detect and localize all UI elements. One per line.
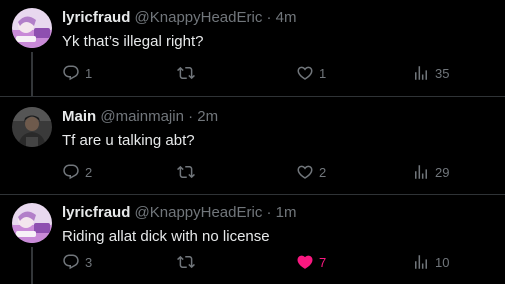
retweet-button[interactable] <box>177 252 200 272</box>
view-count: 10 <box>435 254 450 270</box>
timestamp[interactable]: 4m <box>276 9 297 26</box>
tweet[interactable]: Main @mainmajin · 2m Tf are u talking ab… <box>0 96 505 194</box>
avatar[interactable] <box>12 203 52 243</box>
like-count: 1 <box>319 65 327 81</box>
tweet[interactable]: lyricfraud @KnappyHeadEric · 4m Yk that’… <box>0 0 505 96</box>
avatar-image <box>12 107 52 147</box>
tweet-header: lyricfraud @KnappyHeadEric · 4m <box>62 8 297 28</box>
views-icon <box>415 255 427 269</box>
views-icon <box>415 66 427 80</box>
display-name[interactable]: Main <box>62 108 96 125</box>
views-button[interactable]: 29 <box>412 162 449 182</box>
tweet[interactable]: lyricfraud @KnappyHeadEric · 1m Riding a… <box>0 194 505 284</box>
reply-icon <box>63 164 79 180</box>
user-handle[interactable]: @mainmajin <box>100 108 184 125</box>
tweet-text: Yk that’s illegal right? <box>62 33 204 50</box>
retweet-icon <box>177 255 195 269</box>
timestamp[interactable]: 2m <box>197 108 218 125</box>
view-count: 29 <box>435 164 450 180</box>
like-button[interactable]: 1 <box>296 63 326 83</box>
heart-icon <box>297 165 313 179</box>
separator-dot: · <box>266 9 272 26</box>
thread-connector-line <box>31 52 33 96</box>
reply-count: 1 <box>85 65 93 81</box>
retweet-icon <box>177 66 195 80</box>
reply-count: 3 <box>85 254 93 270</box>
reply-button[interactable]: 3 <box>62 252 92 272</box>
tweet-header: Main @mainmajin · 2m <box>62 107 218 127</box>
like-button[interactable]: 2 <box>296 162 326 182</box>
views-button[interactable]: 35 <box>412 63 449 83</box>
reply-button[interactable]: 2 <box>62 162 92 182</box>
views-button[interactable]: 10 <box>412 252 449 272</box>
retweet-icon <box>177 165 195 179</box>
tweet-header: lyricfraud @KnappyHeadEric · 1m <box>62 203 297 223</box>
thread-connector-line <box>31 247 33 284</box>
timestamp[interactable]: 1m <box>276 204 297 221</box>
separator-dot: · <box>266 204 272 221</box>
separator-dot: · <box>188 108 194 125</box>
avatar-image <box>12 203 52 243</box>
user-handle[interactable]: @KnappyHeadEric <box>135 9 263 26</box>
view-count: 35 <box>435 65 450 81</box>
tweet-actions: 3 7 10 <box>62 252 493 272</box>
display-name[interactable]: lyricfraud <box>62 9 130 26</box>
heart-icon <box>297 66 313 80</box>
user-handle[interactable]: @KnappyHeadEric <box>135 204 263 221</box>
views-icon <box>415 165 427 179</box>
reply-icon <box>63 254 79 270</box>
avatar[interactable] <box>12 107 52 147</box>
retweet-button[interactable] <box>177 63 200 83</box>
like-count: 7 <box>319 254 327 270</box>
reply-button[interactable]: 1 <box>62 63 92 83</box>
tweet-actions: 2 2 29 <box>62 162 493 182</box>
avatar-image <box>12 8 52 48</box>
reply-count: 2 <box>85 164 93 180</box>
like-count: 2 <box>319 164 327 180</box>
tweet-text: Riding allat dick with no license <box>62 228 270 245</box>
heart-filled-icon <box>297 255 313 269</box>
like-button[interactable]: 7 <box>296 252 326 272</box>
tweet-actions: 1 1 35 <box>62 63 493 83</box>
tweet-text: Tf are u talking abt? <box>62 132 195 149</box>
avatar[interactable] <box>12 8 52 48</box>
retweet-button[interactable] <box>177 162 200 182</box>
display-name[interactable]: lyricfraud <box>62 204 130 221</box>
reply-icon <box>63 65 79 81</box>
